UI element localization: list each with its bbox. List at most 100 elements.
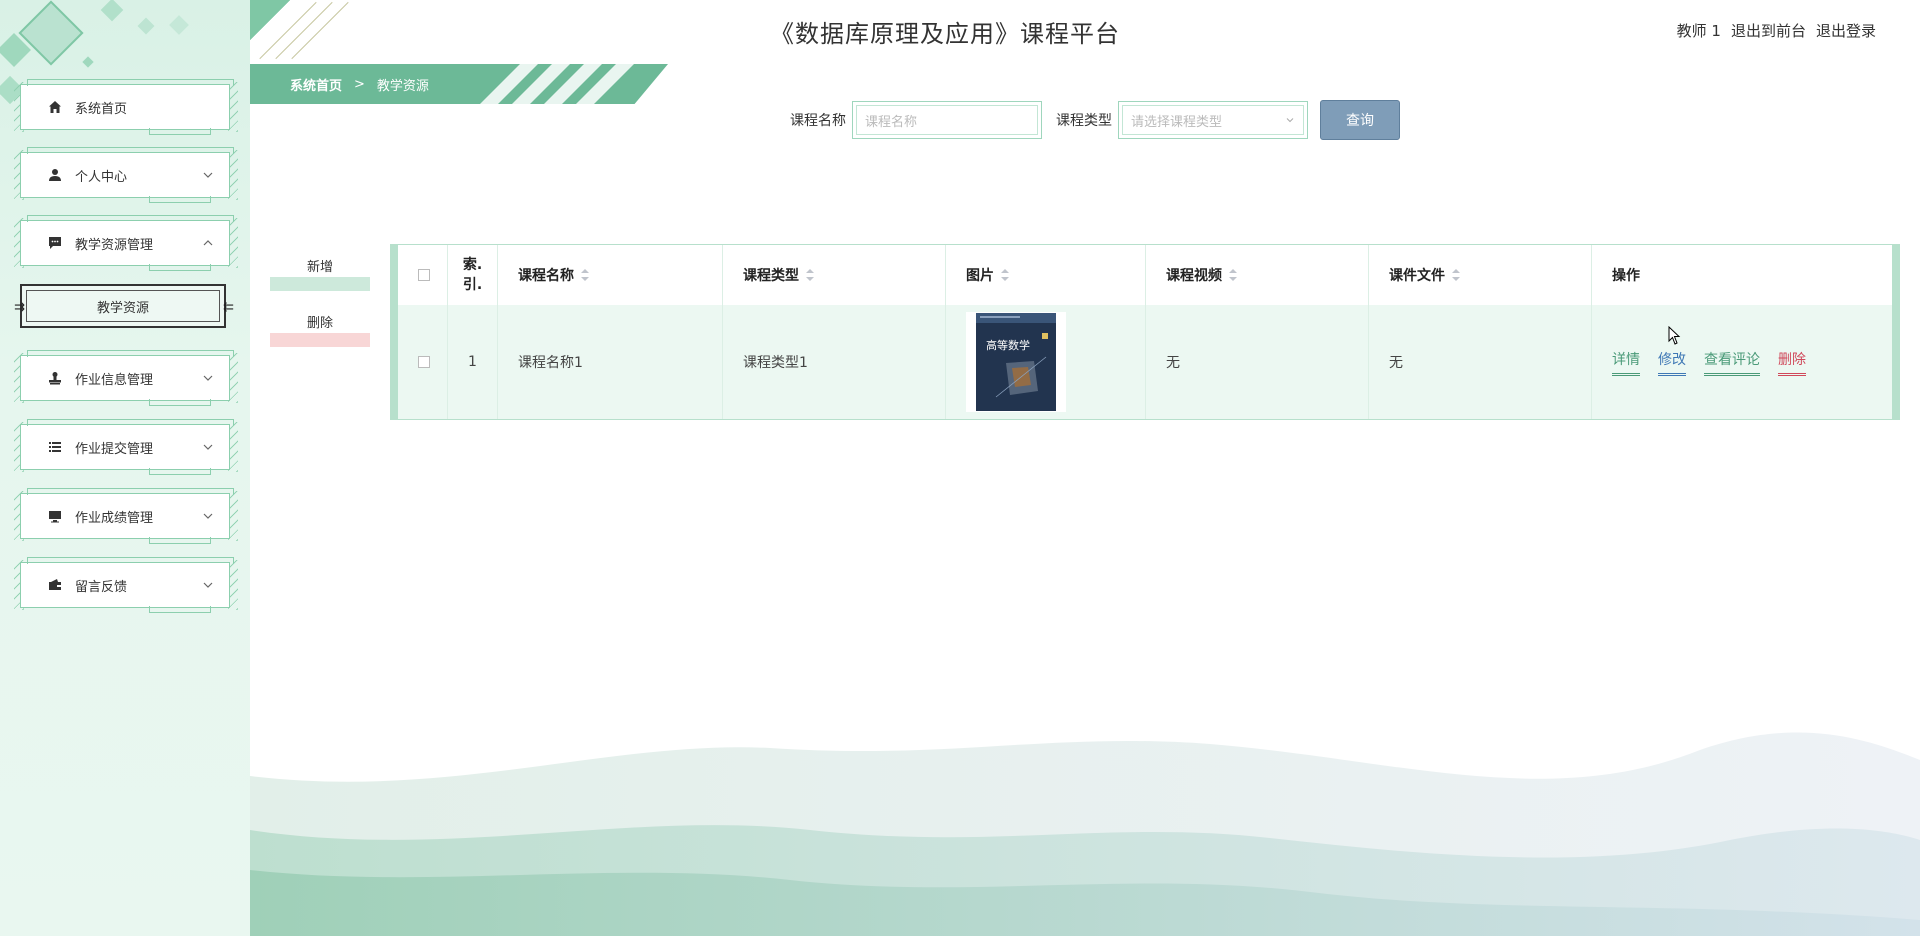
header-course-type[interactable]: 课程类型 [723,245,946,305]
sidebar-item-home[interactable]: 系统首页 [20,79,234,135]
chevron-down-icon [203,172,213,178]
delete-link[interactable]: 删除 [1778,349,1806,376]
sort-icon [1229,269,1237,281]
course-name-input[interactable]: 课程名称 [852,101,1042,139]
row-image: 高等数学 [946,305,1146,419]
arrow-right-icon: ⇉ [14,300,25,315]
add-button[interactable]: 新增 [270,256,370,291]
sidebar-subitem-teaching-resources[interactable]: ⇉ 教学资源 ⇇ [14,284,234,328]
row-operations: 详情 修改 查看评论 删除 [1592,305,1892,419]
decorative-square [100,0,124,22]
monitor-icon [47,508,63,524]
sidebar: 系统首页 个人中心 教学资源管理 ⇉ 教学资源 ⇇ 作业信息管理 作业提交管理 … [0,0,250,936]
header-label: 课件文件 [1389,268,1445,284]
header-decoration [250,0,370,62]
message-icon [47,235,63,251]
header-course-video[interactable]: 课程视频 [1146,245,1369,305]
decorative-square [82,56,94,68]
decorative-square [137,17,155,35]
select-all-checkbox[interactable] [418,269,430,281]
header-label: 课程视频 [1166,268,1222,284]
breadcrumb-home[interactable]: 系统首页 [290,75,342,94]
row-checkbox[interactable] [418,356,430,368]
sort-icon [1452,269,1460,281]
decorative-waves [250,732,1920,936]
row-course-video: 无 [1146,305,1369,419]
sidebar-item-label: 作业信息管理 [75,372,154,388]
sidebar-item-personal-center[interactable]: 个人中心 [20,147,234,203]
sidebar-item-label: 作业成绩管理 [75,510,154,526]
decorative-square [18,0,84,66]
breadcrumb-separator: > [354,76,365,92]
header-label: 操作 [1612,268,1640,284]
book-cover-image: 高等数学 [976,313,1056,411]
chevron-down-icon [1286,118,1294,123]
header-label: 课程名称 [518,268,574,284]
user-icon [47,167,63,183]
header-course-name[interactable]: 课程名称 [498,245,723,305]
table-header-row: 索. 引. 课程名称 课程类型 图片 课程视频 课件文件 操作 [398,245,1892,305]
user-area: 教师 1 退出到前台 退出登录 [1677,20,1876,41]
sidebar-subitem-label: 教学资源 [96,300,149,316]
row-courseware-file: 无 [1369,305,1592,419]
sidebar-item-label: 教学资源管理 [75,237,154,253]
breadcrumb-current: 教学资源 [376,78,429,94]
detail-link[interactable]: 详情 [1612,349,1640,376]
chevron-down-icon [203,375,213,381]
row-select[interactable] [398,305,448,419]
sort-icon [806,269,814,281]
query-button[interactable]: 查询 [1320,100,1400,140]
course-image[interactable]: 高等数学 [966,312,1066,412]
course-type-label: 课程类型 [1056,113,1112,129]
view-comments-link[interactable]: 查看评论 [1704,349,1760,376]
sidebar-item-label: 留言反馈 [75,579,128,595]
breadcrumb: 系统首页 > 教学资源 [250,64,668,104]
sidebar-item-label: 个人中心 [75,169,128,185]
search-bar: 课程名称 课程名称 课程类型 请选择课程类型 查询 [790,100,1400,140]
header-operations: 操作 [1592,245,1892,305]
stamp-icon [47,370,63,386]
sidebar-item-homework-info-management[interactable]: 作业信息管理 [20,350,234,406]
chevron-up-icon [203,240,213,246]
row-course-type: 课程类型1 [723,305,946,419]
row-index: 1 [448,305,498,419]
sort-icon [1001,269,1009,281]
sidebar-item-label: 作业提交管理 [75,441,154,457]
book-title-text: 高等数学 [986,338,1030,352]
chevron-down-icon [203,513,213,519]
delete-button-label: 删除 [306,316,333,331]
row-course-name: 课程名称1 [498,305,723,419]
header-image[interactable]: 图片 [946,245,1146,305]
header-courseware-file[interactable]: 课件文件 [1369,245,1592,305]
edit-link[interactable]: 修改 [1658,349,1686,376]
list-icon [47,439,63,455]
sidebar-item-homework-submission-management[interactable]: 作业提交管理 [20,419,234,475]
course-type-select[interactable]: 请选择课程类型 [1118,101,1308,139]
sidebar-item-label: 系统首页 [75,101,128,117]
page-title: 《数据库原理及应用》课程平台 [770,20,1120,48]
delete-button[interactable]: 删除 [270,312,370,347]
back-to-front-link[interactable]: 退出到前台 [1731,20,1806,41]
wallet-icon [47,577,63,593]
sort-icon [581,269,589,281]
sidebar-item-homework-grade-management[interactable]: 作业成绩管理 [20,488,234,544]
decorative-square [169,15,189,35]
logout-link[interactable]: 退出登录 [1816,20,1876,41]
course-name-label: 课程名称 [790,113,846,129]
add-button-bar [270,277,370,291]
chevron-down-icon [203,444,213,450]
header-label: 课程类型 [743,268,799,284]
header-index-line2: 引. [462,277,483,293]
user-name: 教师 1 [1676,22,1721,40]
add-button-label: 新增 [306,260,333,275]
delete-button-bar [270,333,370,347]
course-name-placeholder: 课程名称 [856,105,1038,135]
header-index-line1: 索. [462,257,483,273]
header-select-all[interactable] [398,245,448,305]
home-icon [47,99,63,115]
sidebar-item-teaching-resources-management[interactable]: 教学资源管理 [20,215,234,271]
sidebar-item-message-feedback[interactable]: 留言反馈 [20,557,234,613]
chevron-down-icon [203,582,213,588]
table-row: 1 课程名称1 课程类型1 高等数学 无 无 详情 修改 查看评论 删除 [398,305,1892,419]
course-type-placeholder: 请选择课程类型 [1131,114,1223,130]
